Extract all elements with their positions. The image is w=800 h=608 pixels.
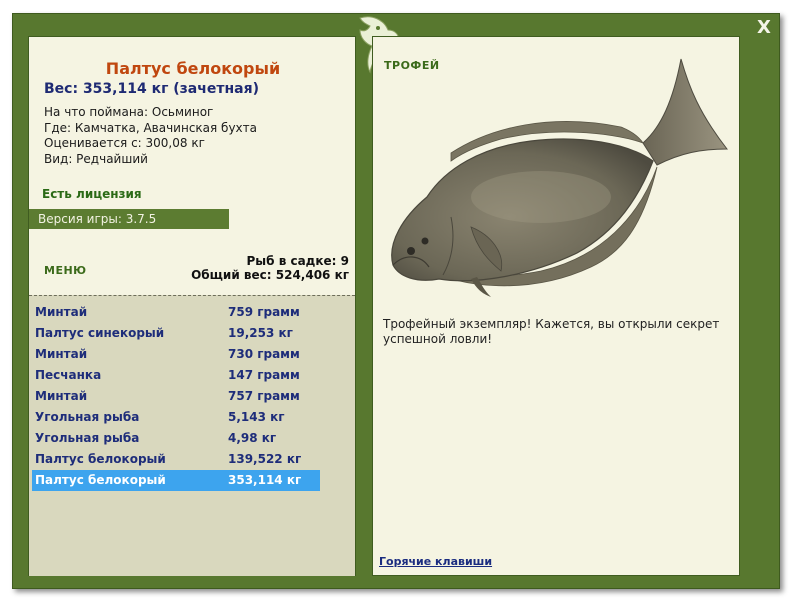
- catch-weight: 147 грамм: [228, 368, 300, 382]
- catch-name: Угольная рыба: [35, 431, 140, 445]
- catch-weight: 730 грамм: [228, 347, 300, 361]
- catch-row[interactable]: Палтус белокорый 353,114 кг: [32, 470, 320, 491]
- catch-name: Песчанка: [35, 368, 102, 382]
- catch-row[interactable]: Минтай 757 грамм: [32, 386, 320, 407]
- catch-name: Палтус белокорый: [35, 452, 166, 466]
- fish-name: Палтус белокорый: [105, 59, 281, 78]
- menu-link[interactable]: МЕНЮ: [44, 264, 87, 277]
- catch-name: Палтус синекорый: [35, 326, 165, 340]
- caught-on-text: На что поймана: Осьминог: [44, 105, 214, 119]
- catch-name: Минтай: [35, 347, 88, 361]
- hotkeys-link[interactable]: Горячие клавиши: [379, 555, 492, 568]
- catch-row[interactable]: Палтус синекорый 19,253 кг: [32, 323, 320, 344]
- catch-name: Палтус белокорый: [35, 473, 166, 487]
- catch-row[interactable]: Минтай 759 грамм: [32, 302, 320, 323]
- kind-text: Вид: Редчайший: [44, 151, 148, 166]
- value-text: Оценивается с: 300,08 кг: [44, 136, 205, 150]
- catch-name: Угольная рыба: [35, 410, 140, 424]
- catch-weight: 759 грамм: [228, 305, 300, 319]
- catch-weight: 5,143 кг: [228, 410, 285, 424]
- catch-weight: 353,114 кг: [228, 473, 302, 487]
- fish-details-panel: Палтус белокорый Вес: 353,114 кг (зачетн…: [28, 36, 356, 576]
- catch-row[interactable]: Угольная рыба 5,143 кг: [32, 407, 320, 428]
- license-status: Есть лицензия: [42, 187, 142, 201]
- cage-count: Рыб в садке: 9: [246, 254, 350, 268]
- catch-weight: 139,522 кг: [228, 452, 302, 466]
- trophy-panel: ТРОФЕЙ Трофейный экземпляр! Кажется, вы …: [372, 36, 740, 576]
- catch-weight: 757 грамм: [228, 389, 300, 403]
- cage-total: Общий вес: 524,406 кг: [191, 268, 349, 282]
- catch-row[interactable]: Палтус белокорый 139,522 кг: [32, 449, 320, 470]
- catch-weight: 19,253 кг: [228, 326, 293, 340]
- catch-weight: 4,98 кг: [228, 431, 277, 445]
- fish-info: На что поймана: Осьминог Где: Камчатка, …: [44, 105, 257, 167]
- halibut-image: [391, 58, 729, 297]
- catch-name: Минтай: [35, 305, 88, 319]
- trophy-description: Трофейный экземпляр! Кажется, вы открыли…: [383, 317, 720, 346]
- version-bar: Версия игры: 3.7.5: [29, 209, 229, 229]
- catch-row[interactable]: Минтай 730 грамм: [32, 344, 320, 365]
- catch-list[interactable]: Минтай 759 грамм Палтус синекорый 19,253 кг…: [29, 295, 355, 576]
- catch-row[interactable]: Угольная рыба 4,98 кг: [32, 428, 320, 449]
- catch-name: Минтай: [35, 389, 88, 403]
- location-text: Где: Камчатка, Авачинская бухта: [44, 120, 257, 135]
- close-button[interactable]: X: [752, 14, 776, 42]
- trophy-label: ТРОФЕЙ: [384, 59, 440, 72]
- cage-summary: Рыб в садке: 9 Общий вес: 524,406 кг: [191, 254, 349, 282]
- fish-weight: Вес: 353,114 кг (зачетная): [44, 81, 259, 97]
- catch-row[interactable]: Песчанка 147 грамм: [32, 365, 320, 386]
